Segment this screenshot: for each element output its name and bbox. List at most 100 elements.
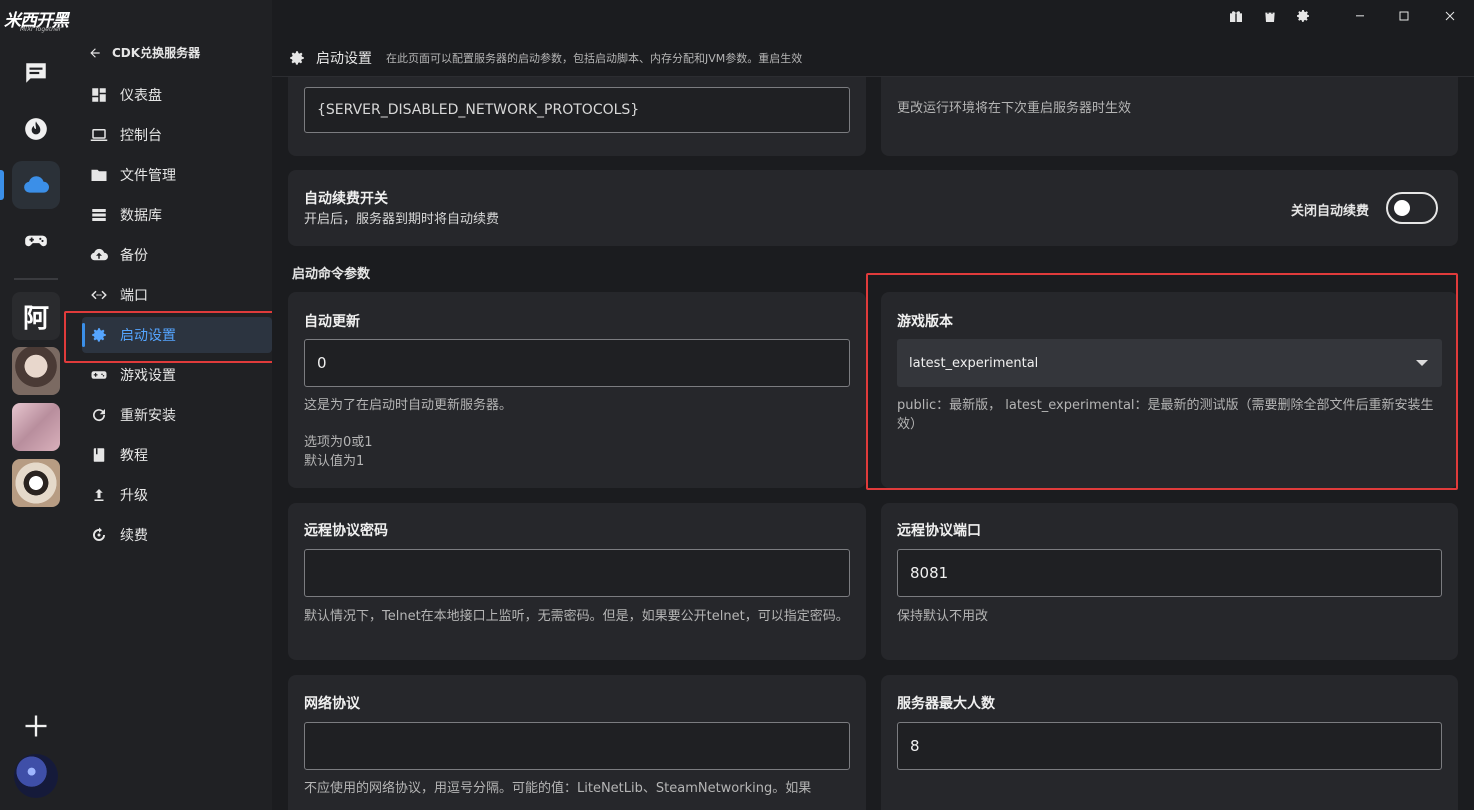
rail-hot-button[interactable] bbox=[12, 105, 60, 153]
book-icon bbox=[93, 448, 105, 462]
settings-content[interactable]: {SERVER_DISABLED_NETWORK_PROTOCOLS} 更改运行… bbox=[272, 77, 1474, 810]
gamepad-icon bbox=[25, 235, 47, 247]
rcon-password-input[interactable] bbox=[304, 549, 850, 597]
user-avatar[interactable] bbox=[14, 754, 58, 798]
add-icon[interactable] bbox=[22, 712, 50, 740]
nav-item-database[interactable]: 数据库 bbox=[82, 197, 272, 233]
code-arrows-icon bbox=[91, 290, 107, 300]
nav-item-upgrade[interactable]: 升级 bbox=[82, 477, 272, 513]
close-icon bbox=[1445, 11, 1455, 21]
app-logo: 米西开黑 MIXI Together bbox=[4, 6, 69, 36]
server-avatar-2[interactable] bbox=[12, 403, 60, 451]
settings-button[interactable] bbox=[1293, 6, 1313, 26]
database-icon bbox=[92, 209, 106, 221]
rcon-password-card: 远程协议密码 默认情况下，Telnet在本地接口上监听，无需密码。但是，如果要公… bbox=[288, 503, 866, 660]
close-button[interactable] bbox=[1440, 6, 1460, 26]
server-avatar-letter[interactable]: 阿 bbox=[12, 292, 60, 340]
rail-game-button[interactable] bbox=[12, 217, 60, 265]
max-players-card: 服务器最大人数 8 bbox=[881, 675, 1458, 810]
maximize-icon bbox=[1399, 11, 1409, 21]
nav-item-label: 数据库 bbox=[120, 208, 162, 224]
gear-icon bbox=[92, 328, 106, 342]
nav-item-label: 启动设置 bbox=[120, 328, 176, 344]
nav-item-label: 文件管理 bbox=[120, 168, 176, 184]
auto-renew-card: 自动续费开关 开启后，服务器到期时将自动续费 关闭自动续费 bbox=[288, 170, 1458, 246]
game-version-select[interactable]: latest_experimental bbox=[897, 339, 1442, 387]
rcon-port-input[interactable]: 8081 bbox=[897, 549, 1442, 597]
nav-item-tutorial[interactable]: 教程 bbox=[82, 437, 272, 473]
rcon-port-title: 远程协议端口 bbox=[897, 523, 981, 539]
page-header: 启动设置 在此页面可以配置服务器的启动参数，包括启动脚本、内存分配和JVM参数。… bbox=[272, 40, 1474, 76]
page-title: 启动设置 bbox=[316, 51, 372, 67]
arrow-left-icon bbox=[90, 47, 100, 58]
nav-item-game-settings[interactable]: 游戏设置 bbox=[82, 357, 272, 393]
gear-icon bbox=[290, 51, 304, 65]
nav-item-console[interactable]: 控制台 bbox=[82, 117, 272, 153]
auto-update-options: 选项为0或1 bbox=[304, 435, 373, 450]
game-version-help: public：最新版， latest_experimental：是最新的测试版（… bbox=[897, 398, 1434, 432]
nav-item-startup-settings[interactable]: 启动设置 bbox=[82, 317, 272, 353]
nav-item-label: 教程 bbox=[120, 448, 148, 464]
rcon-password-title: 远程协议密码 bbox=[304, 523, 388, 539]
server-nav: CDK兑换服务器 仪表盘 控制台 文件管理 数据库 备份 端口 启动设置 游戏设… bbox=[72, 0, 272, 810]
gift-icon bbox=[1230, 11, 1242, 22]
renew-icon bbox=[93, 527, 105, 541]
gamepad-icon bbox=[91, 371, 107, 379]
gear-icon bbox=[1297, 10, 1309, 22]
max-players-input[interactable]: 8 bbox=[897, 722, 1442, 770]
minimize-button[interactable] bbox=[1350, 6, 1370, 26]
gift-button[interactable] bbox=[1226, 6, 1246, 26]
nav-item-ports[interactable]: 端口 bbox=[82, 277, 272, 313]
auto-renew-toggle[interactable] bbox=[1386, 192, 1438, 224]
rail-cloud-button[interactable] bbox=[12, 161, 60, 209]
server-avatar-1[interactable] bbox=[12, 347, 60, 395]
disabled-protocols-field[interactable]: {SERVER_DISABLED_NETWORK_PROTOCOLS} bbox=[304, 87, 850, 133]
nav-item-label: 续费 bbox=[120, 528, 148, 544]
flame-icon bbox=[25, 118, 47, 140]
server-avatar-3[interactable] bbox=[12, 459, 60, 507]
cloud-icon bbox=[24, 176, 49, 193]
auto-update-input[interactable]: 0 bbox=[304, 339, 850, 387]
network-protocols-input[interactable] bbox=[304, 722, 850, 770]
network-protocols-top-card: {SERVER_DISABLED_NETWORK_PROTOCOLS} bbox=[288, 77, 866, 156]
rail-chat-button[interactable] bbox=[12, 49, 60, 97]
app-rail: 米西开黑 MIXI Together 阿 bbox=[0, 0, 72, 810]
shop-button[interactable] bbox=[1260, 6, 1280, 26]
network-protocols-help: 不应使用的网络协议，用逗号分隔。可能的值：LiteNetLib、SteamNet… bbox=[304, 781, 812, 796]
auto-update-title: 自动更新 bbox=[304, 314, 360, 330]
shopping-bag-icon bbox=[1265, 9, 1275, 22]
back-button[interactable]: CDK兑换服务器 bbox=[88, 44, 200, 61]
runtime-note: 更改运行环境将在下次重启服务器时生效 bbox=[897, 101, 1132, 116]
rcon-port-card: 远程协议端口 8081 保持默认不用改 bbox=[881, 503, 1458, 660]
chat-icon bbox=[26, 63, 46, 83]
toggle-knob bbox=[1394, 200, 1410, 216]
auto-update-card: 自动更新 0 这是为了在启动时自动更新服务器。 选项为0或1 默认值为1 bbox=[288, 292, 866, 488]
nav-item-reinstall[interactable]: 重新安装 bbox=[82, 397, 272, 433]
auto-update-default: 默认值为1 bbox=[304, 454, 365, 469]
upgrade-arrow-icon bbox=[94, 489, 104, 501]
folder-icon bbox=[91, 169, 107, 181]
network-protocols-card: 网络协议 不应使用的网络协议，用逗号分隔。可能的值：LiteNetLib、Ste… bbox=[288, 675, 866, 810]
rail-divider bbox=[14, 278, 58, 280]
refresh-icon bbox=[93, 409, 106, 422]
auto-renew-toggle-label: 关闭自动续费 bbox=[1291, 204, 1370, 219]
game-version-title: 游戏版本 bbox=[897, 314, 953, 330]
nav-item-label: 升级 bbox=[120, 488, 148, 504]
laptop-icon bbox=[90, 129, 108, 141]
section-title: 启动命令参数 bbox=[292, 267, 371, 282]
nav-item-label: 控制台 bbox=[120, 128, 162, 144]
dropdown-caret-icon bbox=[1416, 360, 1428, 366]
rcon-port-help: 保持默认不用改 bbox=[897, 609, 989, 624]
auto-renew-desc: 开启后，服务器到期时将自动续费 bbox=[304, 212, 500, 227]
nav-item-label: 备份 bbox=[120, 248, 148, 264]
maximize-button[interactable] bbox=[1394, 6, 1414, 26]
nav-item-label: 游戏设置 bbox=[120, 368, 176, 384]
rail-active-indicator bbox=[0, 170, 4, 200]
nav-item-files[interactable]: 文件管理 bbox=[82, 157, 272, 193]
auto-renew-title: 自动续费开关 bbox=[304, 191, 388, 207]
nav-item-backup[interactable]: 备份 bbox=[82, 237, 272, 273]
nav-item-renew[interactable]: 续费 bbox=[82, 517, 272, 553]
nav-item-label: 仪表盘 bbox=[120, 88, 162, 104]
back-label: CDK兑换服务器 bbox=[112, 46, 201, 60]
nav-item-dashboard[interactable]: 仪表盘 bbox=[82, 77, 272, 113]
